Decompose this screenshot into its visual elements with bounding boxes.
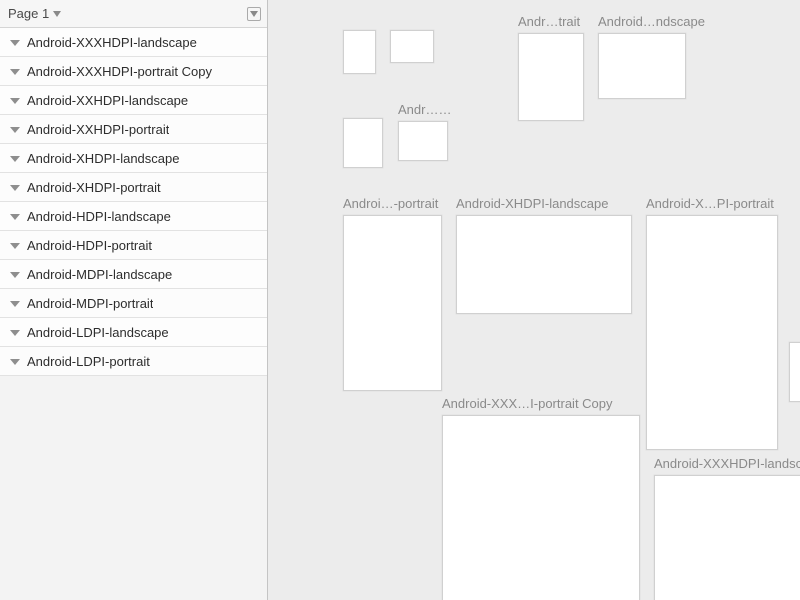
artboard-title[interactable]: Androi…-portrait [343, 196, 451, 211]
layer-row[interactable]: Android-HDPI-portrait [0, 231, 267, 260]
page-dropdown-label: Page 1 [8, 6, 49, 21]
artboard[interactable]: Andr…trait [518, 14, 584, 121]
disclosure-triangle-icon[interactable] [10, 127, 20, 133]
layer-name: Android-XXXHDPI-portrait Copy [27, 64, 212, 79]
layer-row[interactable]: Android-XXXHDPI-landscape [0, 28, 267, 57]
artboard-title[interactable]: Android-XHDPI-landscape [456, 196, 626, 211]
disclosure-triangle-icon[interactable] [10, 98, 20, 104]
disclosure-triangle-icon[interactable] [10, 69, 20, 75]
layer-list-sidebar: Page 1 Android-XXXHDPI-landscapeAndroid-… [0, 0, 268, 600]
disclosure-triangle-icon[interactable] [10, 214, 20, 220]
layer-row[interactable]: Android-XXHDPI-portrait [0, 115, 267, 144]
artboard[interactable]: Android…ndscape [598, 14, 714, 99]
artboard-surface[interactable] [518, 33, 584, 121]
layer-name: Android-XXXHDPI-landscape [27, 35, 197, 50]
layer-name: Android-HDPI-landscape [27, 209, 171, 224]
artboard-surface[interactable] [789, 342, 800, 402]
artboard-title[interactable]: Android-X…PI-portrait [646, 196, 796, 211]
artboard-title[interactable]: Andr…trait [518, 14, 584, 29]
layer-list: Android-XXXHDPI-landscape Android-XXXHDPI… [0, 28, 267, 600]
artboard-title[interactable]: Android-XXXHDPI-landscape [654, 456, 800, 471]
layer-row[interactable]: Android-XHDPI-landscape [0, 144, 267, 173]
artboard[interactable] [343, 30, 376, 74]
artboard-surface[interactable] [442, 415, 640, 600]
disclosure-triangle-icon[interactable] [10, 156, 20, 162]
artboard[interactable] [390, 30, 434, 63]
artboard-surface[interactable] [646, 215, 778, 450]
layer-row[interactable]: Android-HDPI-landscape [0, 202, 267, 231]
artboard[interactable] [789, 342, 800, 402]
layer-name: Android-XHDPI-portrait [27, 180, 161, 195]
artboard[interactable] [343, 118, 383, 168]
artboard-surface[interactable] [598, 33, 686, 99]
layer-row[interactable]: Android-LDPI-landscape [0, 318, 267, 347]
artboard[interactable]: Andr…ape [398, 102, 458, 161]
layer-name: Android-XHDPI-landscape [27, 151, 179, 166]
artboard-surface[interactable] [654, 475, 800, 600]
artboard-title[interactable]: Android…ndscape [598, 14, 714, 29]
disclosure-triangle-icon[interactable] [10, 40, 20, 46]
layer-row[interactable]: Android-MDPI-landscape [0, 260, 267, 289]
layer-name: Android-LDPI-portrait [27, 354, 150, 369]
layer-name: Android-XXHDPI-portrait [27, 122, 169, 137]
artboard-surface[interactable] [343, 118, 383, 168]
artboard-surface[interactable] [343, 30, 376, 74]
disclosure-triangle-icon[interactable] [10, 185, 20, 191]
layer-row[interactable]: Android-XHDPI-portrait [0, 173, 267, 202]
layer-name: Android-XXHDPI-landscape [27, 93, 188, 108]
layer-name: Android-MDPI-portrait [27, 296, 153, 311]
layer-name: Android-MDPI-landscape [27, 267, 172, 282]
layer-row[interactable]: Android-LDPI-portrait [0, 347, 267, 376]
page-list-icon[interactable] [247, 7, 261, 21]
artboard-surface[interactable] [343, 215, 442, 391]
layer-row[interactable]: Android-MDPI-portrait [0, 289, 267, 318]
layer-row[interactable]: Android-XXHDPI-landscape [0, 86, 267, 115]
artboard-surface[interactable] [398, 121, 448, 161]
artboard-title[interactable]: Android-XXX…I-portrait Copy [442, 396, 632, 411]
page-dropdown[interactable]: Page 1 [8, 6, 61, 21]
artboard[interactable]: Android-XHDPI-landscape [456, 196, 632, 314]
disclosure-triangle-icon[interactable] [10, 301, 20, 307]
artboard-surface[interactable] [456, 215, 632, 314]
layer-name: Android-HDPI-portrait [27, 238, 152, 253]
disclosure-triangle-icon[interactable] [10, 359, 20, 365]
artboard[interactable]: Androi…-portrait [343, 196, 451, 391]
page-selector-bar: Page 1 [0, 0, 267, 28]
chevron-down-icon [53, 11, 61, 17]
disclosure-triangle-icon[interactable] [10, 330, 20, 336]
artboard[interactable]: Android-X…PI-portrait [646, 196, 796, 450]
layer-row[interactable]: Android-XXXHDPI-portrait Copy [0, 57, 267, 86]
layer-name: Android-LDPI-landscape [27, 325, 169, 340]
artboard-surface[interactable] [390, 30, 434, 63]
disclosure-triangle-icon[interactable] [10, 272, 20, 278]
disclosure-triangle-icon[interactable] [10, 243, 20, 249]
artboard-title[interactable]: Andr…ape [398, 102, 458, 117]
artboard[interactable]: Android-XXXHDPI-landscape [654, 456, 800, 600]
artboard[interactable]: Android-XXX…I-portrait Copy [442, 396, 640, 600]
canvas[interactable]: Andr…trait Android…ndscape Andr…ape Androi…… [268, 0, 800, 600]
